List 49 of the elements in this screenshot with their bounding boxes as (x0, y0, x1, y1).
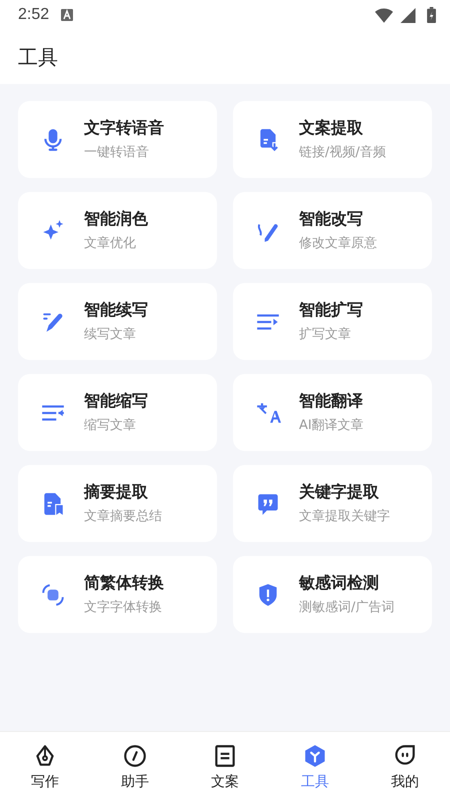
tool-subtitle: 修改文章原意 (299, 235, 377, 252)
wifi-icon (375, 8, 393, 22)
tool-card[interactable]: 智能缩写 缩写文章 (18, 374, 217, 451)
tool-subtitle: 文字字体转换 (84, 599, 163, 616)
tool-title: 智能续写 (84, 300, 148, 321)
nav-tab[interactable]: 工具 (270, 732, 360, 801)
tool-card[interactable]: 智能改写 修改文章原意 (233, 192, 432, 269)
tool-subtitle: 续写文章 (84, 326, 137, 343)
tool-subtitle: 文章摘要总结 (84, 508, 162, 525)
tool-title: 简繁体转换 (84, 573, 164, 594)
tool-title: 智能扩写 (299, 300, 363, 321)
compass-icon (122, 742, 148, 768)
tool-title: 智能翻译 (299, 391, 364, 412)
nav-tab[interactable]: 文案 (180, 732, 270, 801)
tool-title: 文案提取 (299, 118, 364, 139)
tool-subtitle: 文章提取关键字 (299, 508, 390, 525)
convert-icon (40, 582, 66, 608)
tool-title: 摘要提取 (84, 482, 149, 503)
tool-card[interactable]: 智能润色 文章优化 (18, 192, 217, 269)
tool-card[interactable]: 智能扩写 扩写文章 (233, 283, 432, 360)
tool-subtitle: 链接/视频/音频 (299, 144, 386, 161)
tool-card[interactable]: 智能翻译 AI翻译文章 (233, 374, 432, 451)
tool-subtitle: 一键转语音 (84, 144, 150, 161)
tool-card[interactable]: 文案提取 链接/视频/音频 (233, 101, 432, 178)
page-title: 工具 (18, 44, 58, 70)
tool-title: 文字转语音 (84, 118, 164, 139)
tool-subtitle: 文章优化 (84, 235, 137, 252)
tool-card[interactable]: 关键字提取 文章提取关键字 (233, 465, 432, 542)
tool-card[interactable]: 敏感词检测 测敏感词/广告词 (233, 556, 432, 633)
notification-icon (61, 9, 74, 21)
tool-title: 关键字提取 (299, 482, 380, 503)
nav-tab[interactable]: 写作 (0, 732, 90, 801)
nav-tab[interactable]: 我的 (360, 732, 450, 801)
status-time: 2:52 (18, 6, 50, 24)
tool-subtitle: 测敏感词/广告词 (299, 599, 394, 616)
tool-subtitle: 扩写文章 (299, 326, 352, 343)
signal-icon (399, 8, 417, 22)
tool-card[interactable]: 简繁体转换 文字字体转换 (18, 556, 217, 633)
tool-card[interactable]: 智能续写 续写文章 (18, 283, 217, 360)
tool-title: 智能润色 (84, 209, 148, 230)
tool-title: 智能缩写 (84, 391, 148, 412)
nav-tab[interactable]: 助手 (90, 732, 180, 801)
battery-icon (427, 7, 436, 23)
tool-card[interactable]: 文字转语音 一键转语音 (18, 101, 217, 178)
tool-card[interactable]: 摘要提取 文章摘要总结 (18, 465, 217, 542)
tool-title: 敏感词检测 (299, 573, 380, 594)
tool-title: 智能改写 (299, 209, 364, 230)
tool-subtitle: AI翻译文章 (299, 417, 364, 434)
tool-subtitle: 缩写文章 (84, 417, 137, 434)
